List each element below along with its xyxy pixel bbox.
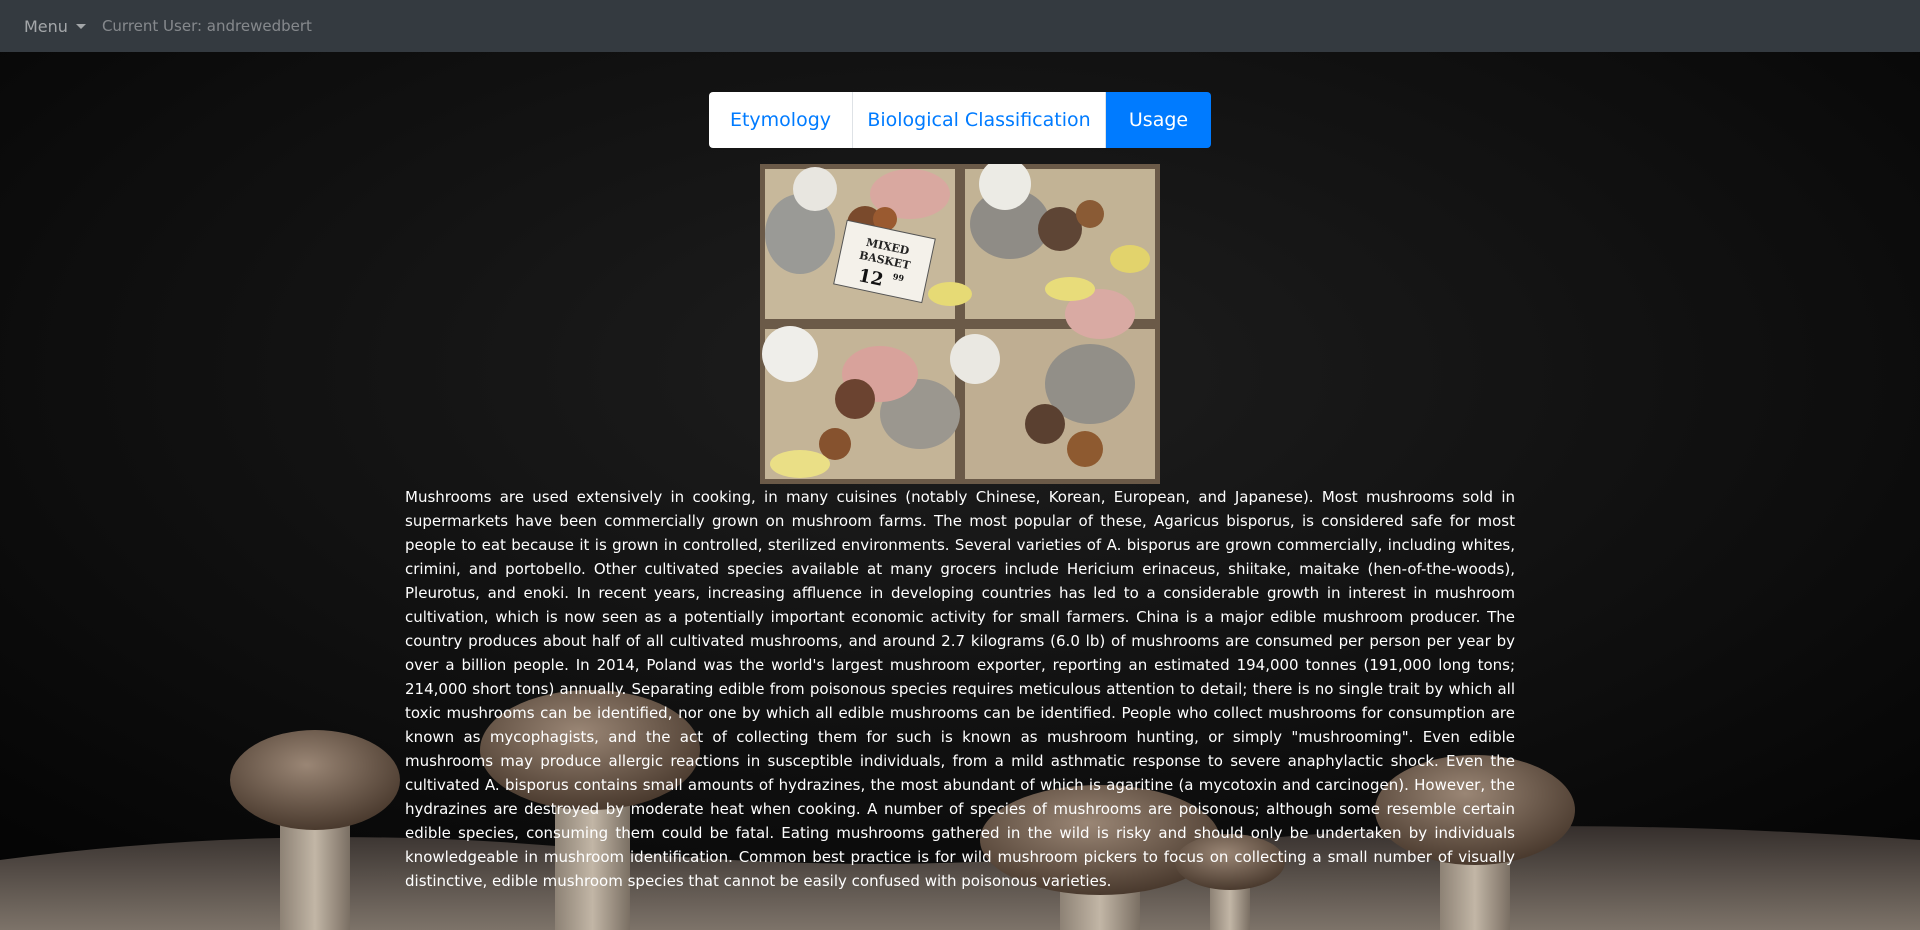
usage-paragraph: Mushrooms are used extensively in cookin… — [405, 488, 1515, 890]
tab-etymology[interactable]: Etymology — [709, 92, 853, 148]
menu-dropdown-toggle[interactable]: Menu — [24, 17, 86, 36]
top-navbar: Menu Current User: andrewedbert — [0, 0, 1920, 52]
current-user-label: Current User: andrewedbert — [101, 17, 312, 35]
tab-usage[interactable]: Usage — [1106, 92, 1211, 148]
section-tabs: Etymology Biological Classification Usag… — [709, 92, 1211, 148]
menu-label: Menu — [24, 16, 68, 36]
mushroom-basket-photo: MIXED BASKET 12 99 — [760, 164, 1160, 484]
tab-biological-classification[interactable]: Biological Classification — [853, 92, 1106, 148]
caret-down-icon — [75, 23, 86, 29]
